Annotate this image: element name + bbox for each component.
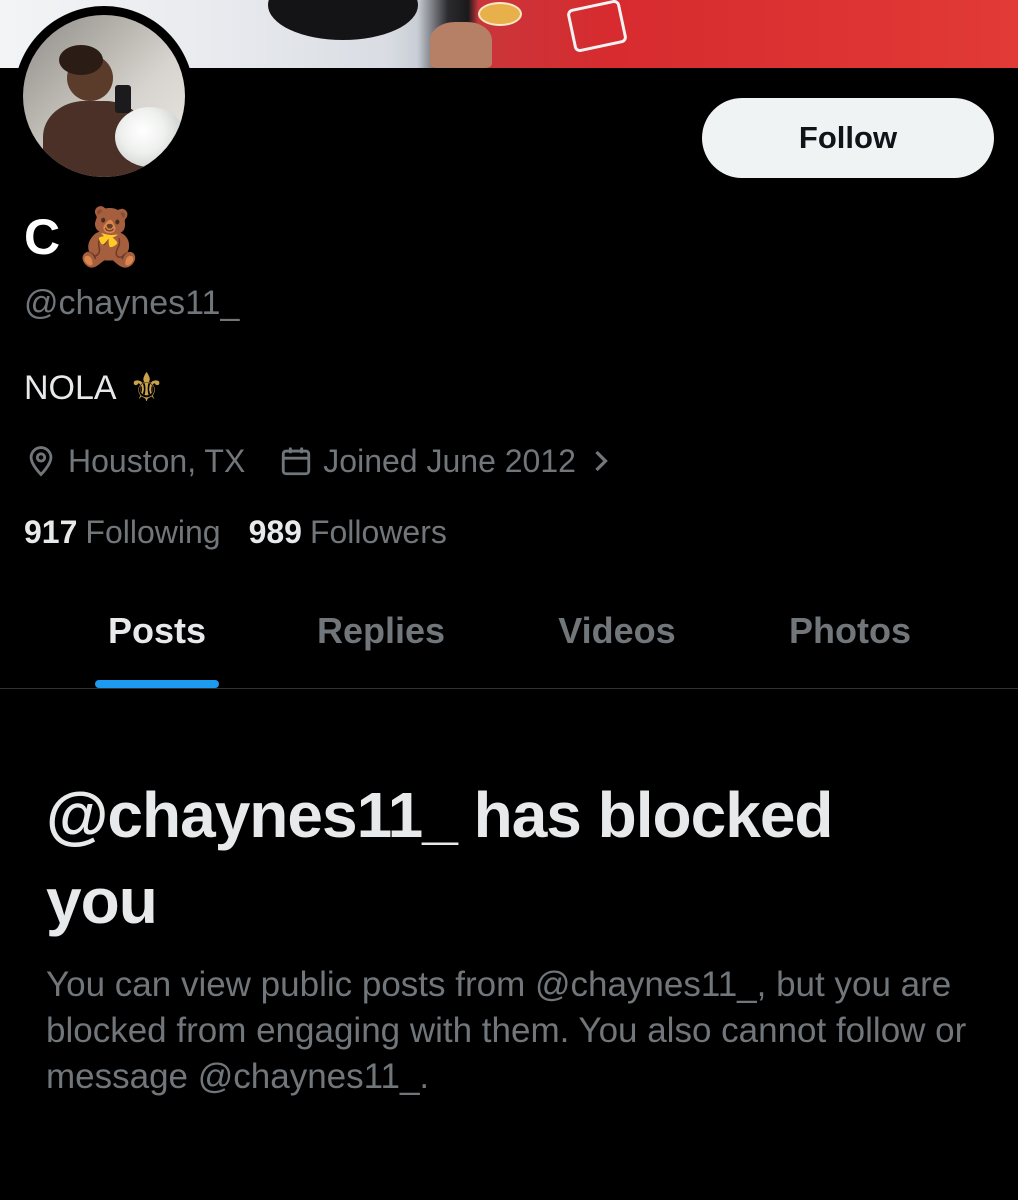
location-pin-icon xyxy=(24,444,58,478)
avatar-photo-detail xyxy=(59,45,103,75)
tab-videos[interactable]: Videos xyxy=(558,610,675,652)
banner-photo-detail xyxy=(478,2,522,26)
location-text: Houston, TX xyxy=(68,442,246,479)
blocked-message: You can view public posts from @chaynes1… xyxy=(46,965,967,1096)
profile-tabs: Posts Replies Videos Photos xyxy=(0,600,1018,689)
active-tab-indicator xyxy=(95,680,219,688)
followers-label: Followers xyxy=(309,514,447,550)
calendar-icon xyxy=(279,444,313,478)
banner-photo-detail xyxy=(268,0,418,40)
display-name: C 🧸 xyxy=(24,208,144,266)
followers-count: 989 xyxy=(248,514,302,550)
tab-replies[interactable]: Replies xyxy=(317,610,445,652)
fleur-de-lis-emoji: ⚜ xyxy=(128,366,165,410)
avatar-image xyxy=(23,15,185,177)
join-date-text: Joined June 2012 xyxy=(323,442,576,479)
following-label: Following xyxy=(85,514,221,550)
teddy-bear-emoji: 🧸 xyxy=(74,205,144,268)
user-handle: @chaynes11_ xyxy=(24,284,240,322)
bio: NOLA ⚜ xyxy=(24,368,164,408)
following-count: 917 xyxy=(24,514,78,550)
tab-photos[interactable]: Photos xyxy=(789,610,911,652)
tab-posts[interactable]: Posts xyxy=(108,610,206,652)
followers-link[interactable]: 989 Followers xyxy=(249,514,447,551)
bio-text: NOLA xyxy=(24,368,117,407)
avatar-photo-detail xyxy=(115,107,185,167)
location: Houston, TX xyxy=(24,443,245,480)
follow-counts: 917 Following 989 Followers xyxy=(24,514,447,551)
display-name-text: C xyxy=(24,209,61,265)
blocked-title: @chaynes11_ has blocked you xyxy=(46,779,834,937)
following-link[interactable]: 917 Following xyxy=(24,514,221,551)
join-date[interactable]: Joined June 2012 xyxy=(279,443,612,480)
avatar-photo-detail xyxy=(115,85,131,113)
chevron-right-icon xyxy=(590,446,612,476)
avatar[interactable] xyxy=(14,6,194,186)
profile-meta: Houston, TX Joined June 2012 xyxy=(24,440,612,482)
banner-photo-detail xyxy=(566,0,628,54)
follow-button[interactable]: Follow xyxy=(702,98,994,178)
banner-photo-detail xyxy=(430,22,492,68)
